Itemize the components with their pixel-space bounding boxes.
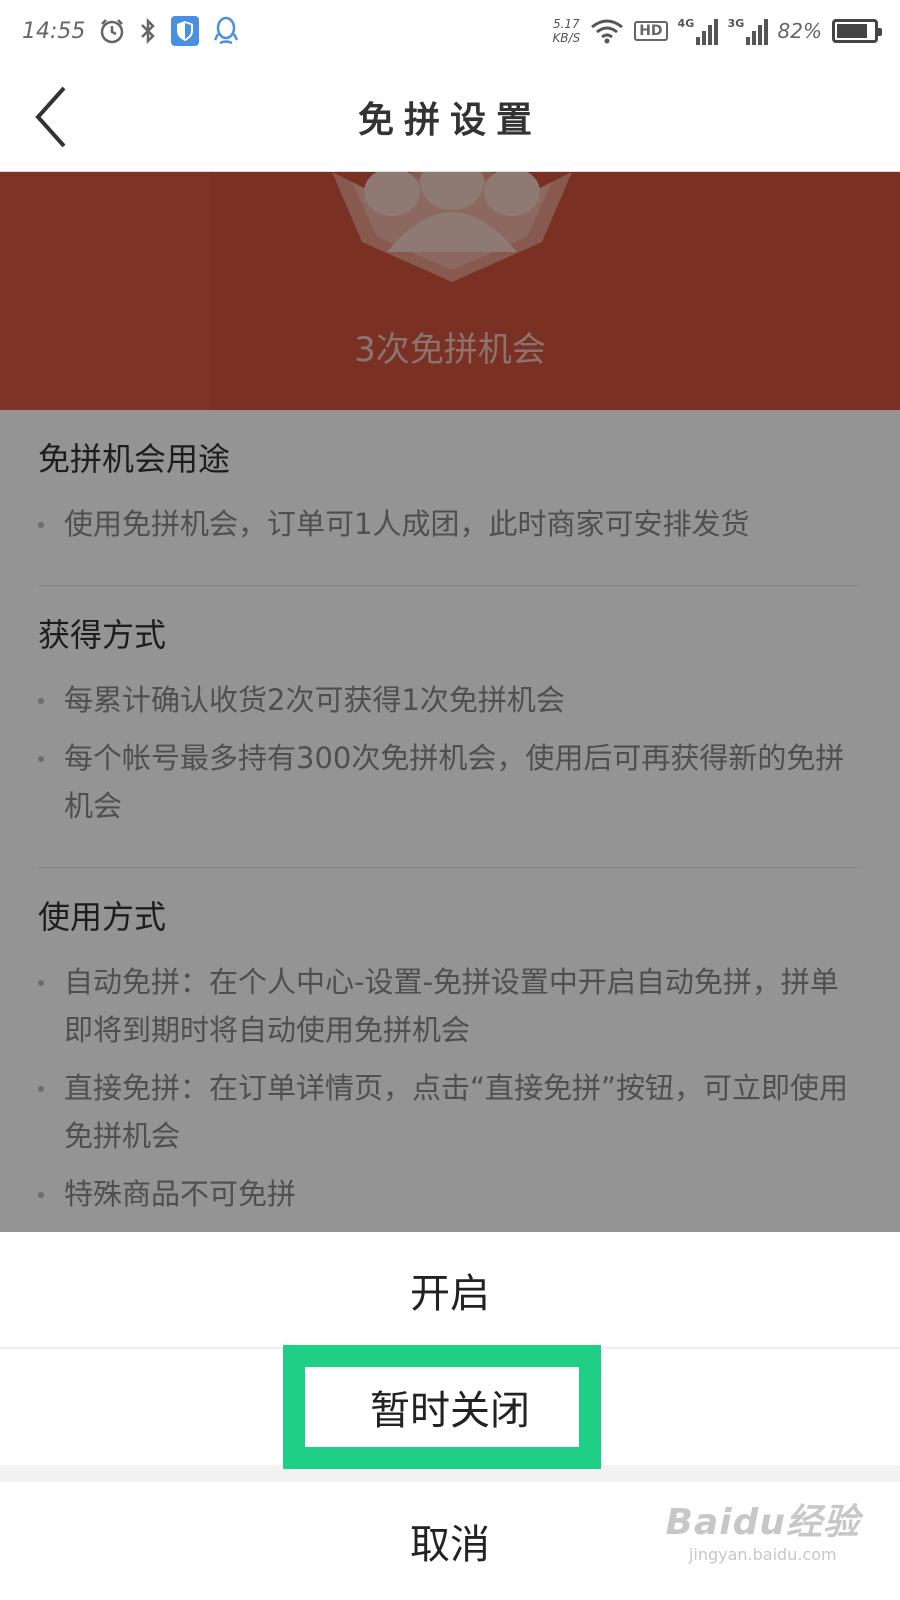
battery-fill (837, 24, 867, 38)
net-speed: 5.17 KB/S (552, 17, 580, 45)
net-type-label-2: 3G (727, 17, 745, 30)
wifi-icon (590, 18, 624, 44)
hd-badge: HD (634, 21, 668, 41)
status-time: 14:55 (22, 18, 86, 44)
shield-app-icon (171, 16, 200, 46)
page-title: 免拼设置 (357, 98, 542, 141)
signal-icon: 4G (678, 17, 718, 45)
bluetooth-icon (139, 17, 157, 45)
nav-header: 免拼设置 (0, 62, 900, 172)
alarm-icon (99, 18, 125, 44)
watermark: Baidu经验 jingyan.baidu.com (666, 1493, 860, 1564)
enable-button[interactable]: 开启 (0, 1232, 900, 1348)
signal-icon-secondary: 3G (728, 17, 768, 45)
watermark-url: jingyan.baidu.com (688, 1545, 837, 1564)
back-arrow-icon (35, 86, 66, 148)
battery-percent: 82% (777, 19, 822, 43)
qq-icon (213, 16, 239, 46)
net-speed-value: 5.17 (552, 17, 580, 31)
net-speed-unit: KB/S (552, 31, 581, 45)
modal-overlay[interactable] (0, 172, 900, 1232)
temporarily-disable-button[interactable]: 暂时关闭 (0, 1349, 900, 1465)
back-button[interactable] (30, 82, 80, 152)
status-bar: 14:55 5.17 KB/S HD 4G 3G 82% (0, 0, 900, 62)
net-type-label: 4G (677, 17, 695, 30)
battery-icon (832, 19, 882, 43)
watermark-logo: Baidu经验 (665, 1502, 860, 1543)
